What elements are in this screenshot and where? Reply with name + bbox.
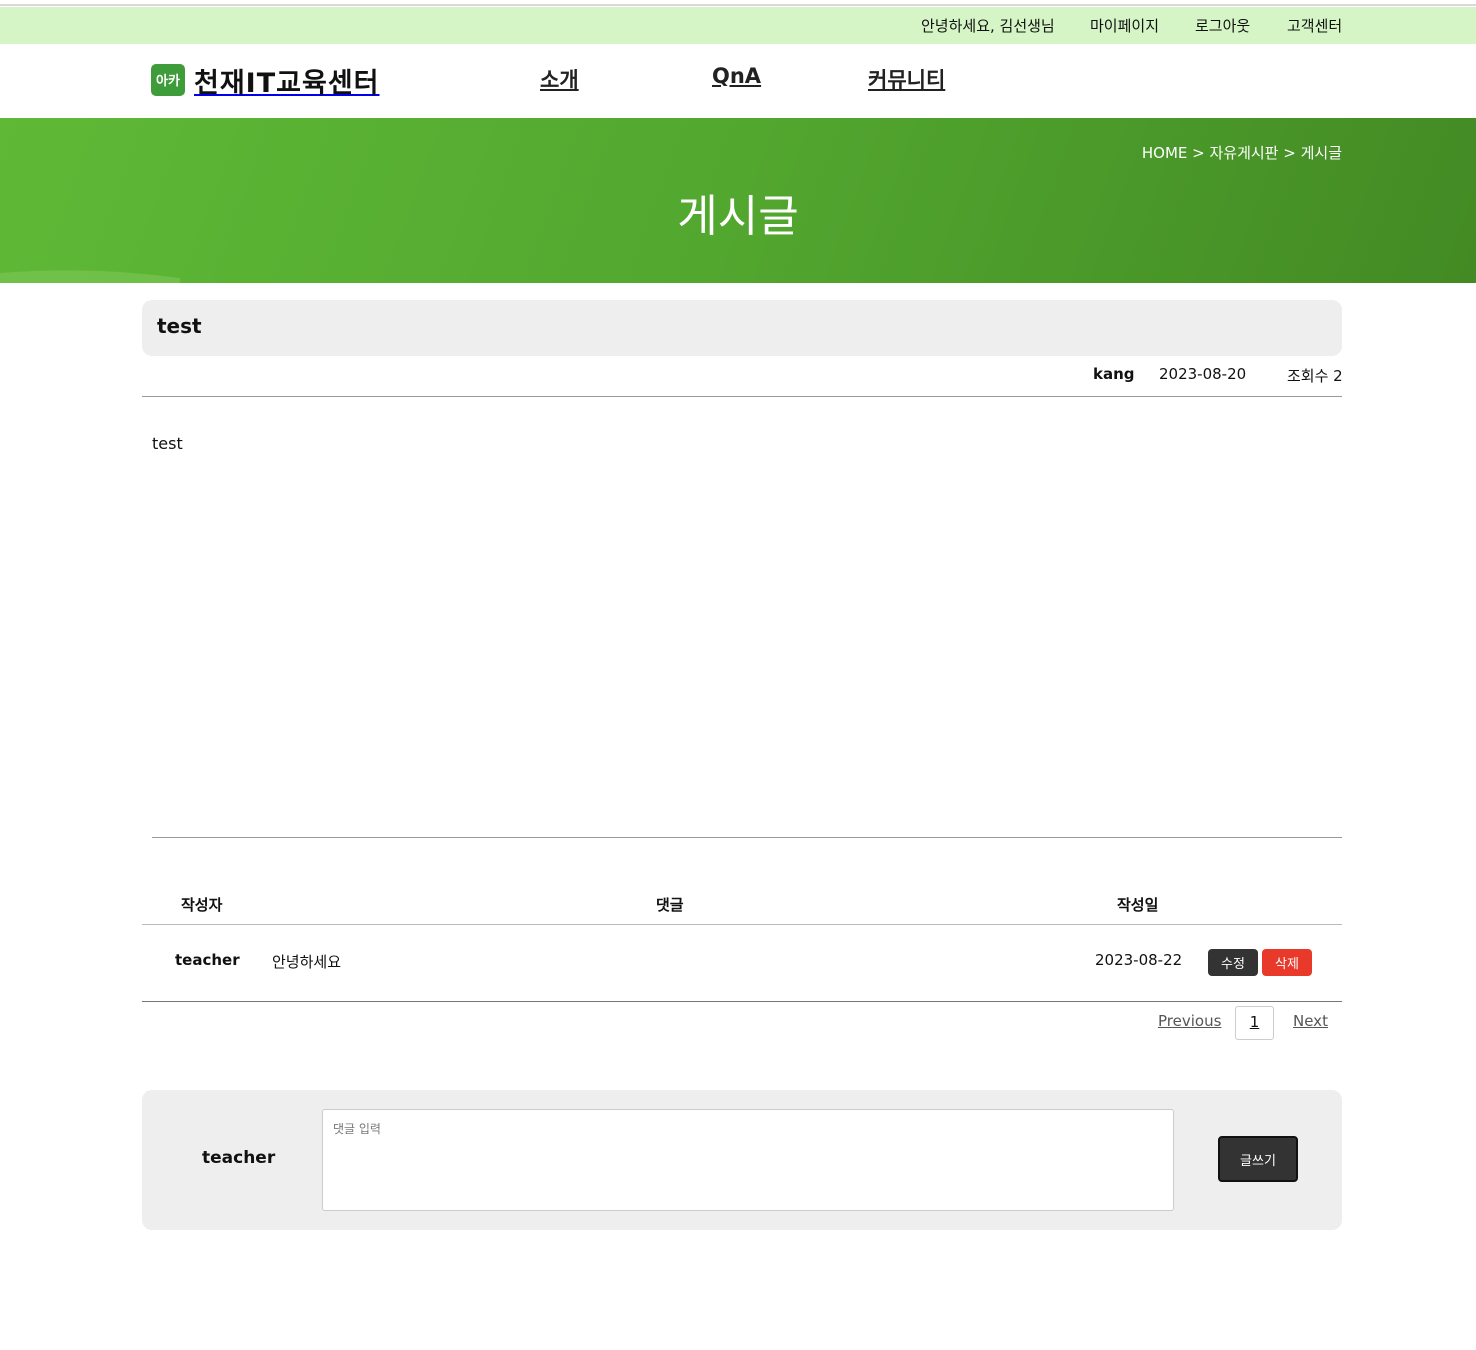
post-views: 조회수 2 — [1287, 367, 1343, 385]
post-author: kang — [1093, 365, 1135, 383]
divider — [142, 1001, 1342, 1002]
submit-comment-button[interactable]: 글쓰기 — [1218, 1136, 1298, 1182]
divider — [142, 396, 1342, 397]
delete-comment-button[interactable]: 삭제 — [1262, 949, 1312, 976]
logo-text: 천재IT교육센터 — [194, 67, 380, 99]
post-body: test — [152, 434, 183, 453]
col-header-author: 작성자 — [181, 896, 223, 914]
utility-bar: 안녕하세요, 김선생님 마이페이지 로그아웃 고객센터 — [0, 7, 1476, 44]
breadcrumb: HOME > 자유게시판 > 게시글 — [1141, 144, 1342, 162]
pagination-page-1[interactable]: 1 — [1235, 1006, 1274, 1040]
post-title-box: test — [142, 300, 1342, 356]
comment-author: teacher — [175, 951, 240, 969]
nav-community[interactable]: 커뮤니티 — [868, 64, 945, 94]
site-header: 아카 천재IT교육센터 소개 QnA 커뮤니티 — [0, 44, 1476, 118]
post-title: test — [157, 314, 202, 338]
site-logo[interactable]: 아카 천재IT교육센터 — [150, 62, 380, 99]
comment-form-user: teacher — [202, 1148, 276, 1168]
edit-comment-button[interactable]: 수정 — [1208, 949, 1258, 976]
top-border-line — [0, 0, 1476, 6]
page-banner: HOME > 자유게시판 > 게시글 게시글 — [0, 118, 1476, 283]
logout-link[interactable]: 로그아웃 — [1195, 15, 1250, 36]
support-link[interactable]: 고객센터 — [1287, 15, 1342, 36]
comment-input[interactable] — [322, 1109, 1174, 1211]
post-date: 2023-08-20 — [1159, 365, 1247, 383]
divider — [142, 924, 1342, 925]
col-header-comment: 댓글 — [656, 896, 684, 914]
divider — [152, 837, 1342, 838]
comment-form: teacher 글쓰기 — [142, 1090, 1342, 1230]
greeting-text: 안녕하세요, 김선생님 — [921, 17, 1055, 35]
col-header-date: 작성일 — [1117, 896, 1159, 914]
logo-emblem: 아카 — [150, 63, 186, 97]
pagination-previous[interactable]: Previous — [1158, 1012, 1221, 1030]
mypage-link[interactable]: 마이페이지 — [1090, 15, 1159, 36]
pagination-next[interactable]: Next — [1293, 1012, 1328, 1030]
nav-intro[interactable]: 소개 — [540, 64, 579, 94]
nav-qna[interactable]: QnA — [712, 64, 761, 88]
comment-date: 2023-08-22 — [1095, 951, 1183, 969]
svg-text:아카: 아카 — [156, 73, 180, 89]
comment-text: 안녕하세요 — [272, 953, 342, 971]
page-title: 게시글 — [677, 191, 799, 242]
